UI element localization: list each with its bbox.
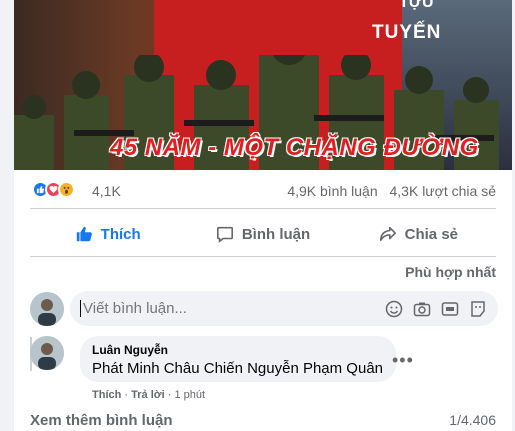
post-stats: 4,1K 4,9K bình luận 4,3K lượt chia sẻ	[14, 178, 512, 202]
emoji-icon[interactable]	[384, 299, 404, 319]
camera-icon[interactable]	[412, 299, 432, 319]
divider	[30, 208, 496, 209]
comment-icon	[216, 226, 233, 243]
comment-input[interactable]	[80, 300, 360, 317]
comment-time[interactable]: 1 phút	[174, 389, 205, 401]
current-user-avatar[interactable]	[30, 292, 64, 326]
comment-text: Phát Minh Châu Chiến Nguyễn Phạm Quân	[92, 360, 384, 377]
comment-bubble: Luân Nguyễn Phát Minh Châu Chiến Nguyễn …	[80, 336, 396, 382]
divider	[30, 256, 496, 257]
share-label: Chia sẻ	[404, 225, 458, 243]
share-button[interactable]: Chia sẻ	[341, 213, 496, 255]
more-options-icon[interactable]: •••	[392, 350, 414, 371]
share-count[interactable]: 4,3K lượt chia sẻ	[390, 183, 497, 199]
post-image[interactable]: TỰU TUYẾN 45 NĂM - MỘT CHẶNG ĐƯỜNG	[14, 0, 512, 170]
comment-author[interactable]: Luân Nguyễn	[92, 343, 384, 357]
comment-count[interactable]: 4,9K bình luận	[287, 183, 377, 199]
comment-reply-link[interactable]: Trả lời	[131, 389, 165, 401]
like-button[interactable]: Thích	[30, 213, 185, 255]
sticker-icon[interactable]	[468, 299, 488, 319]
post-card: TỰU TUYẾN 45 NĂM - MỘT CHẶNG ĐƯỜNG 4,1K …	[14, 0, 512, 431]
wow-reaction-icon	[58, 181, 75, 198]
comment-meta: Thích · Trả lời · 1 phút	[92, 389, 205, 401]
thumbs-up-icon	[76, 226, 92, 242]
hero-title-top: TỰU	[399, 0, 434, 11]
share-icon	[379, 226, 396, 242]
action-bar: Thích Bình luận Chia sẻ	[30, 213, 496, 255]
reaction-count[interactable]: 4,1K	[92, 183, 121, 199]
gif-icon[interactable]	[440, 299, 460, 319]
composer-icons	[376, 299, 488, 319]
comment-pager: 1/4.406	[449, 412, 496, 428]
engagement-counts: 4,9K bình luận 4,3K lượt chia sẻ	[279, 183, 496, 199]
comment-like-link[interactable]: Thích	[92, 389, 121, 401]
comment-sort-dropdown[interactable]: Phù hợp nhất	[405, 264, 496, 280]
comment-button[interactable]: Bình luận	[185, 213, 340, 255]
reaction-icons[interactable]	[32, 181, 75, 198]
comment-label: Bình luận	[241, 225, 311, 243]
comment-composer[interactable]	[70, 291, 498, 326]
hero-banner-text: 45 NĂM - MỘT CHẶNG ĐƯỜNG	[110, 134, 479, 161]
comment-author-avatar[interactable]	[30, 336, 64, 370]
hero-title: TUYẾN	[372, 22, 442, 43]
view-more-comments-link[interactable]: Xem thêm bình luận	[30, 412, 173, 429]
like-label: Thích	[100, 225, 141, 243]
